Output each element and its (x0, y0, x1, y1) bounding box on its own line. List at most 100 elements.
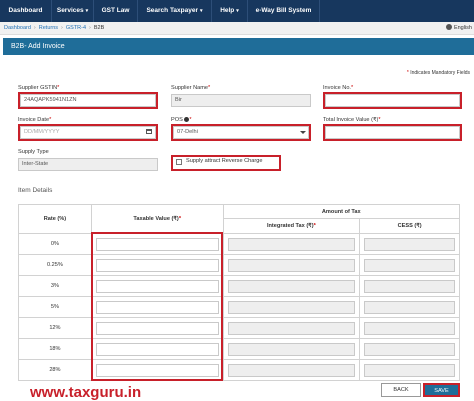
supply-type-label: Supply Type (18, 149, 49, 155)
taxable-value-cell (90, 254, 224, 276)
nav-services[interactable]: Services ▾ (52, 0, 94, 22)
table-row: 12% (18, 317, 460, 339)
highlight-box (18, 124, 158, 141)
rate-cell: 3% (18, 275, 92, 297)
cess-input (364, 279, 455, 293)
taxable-value-cell (90, 338, 224, 360)
integrated-tax-input (227, 321, 356, 335)
integrated-tax-input (227, 279, 356, 293)
nav-dashboard[interactable]: Dashboard (0, 0, 52, 22)
taxable-value-input[interactable] (95, 342, 219, 356)
taxable-value-cell (90, 359, 224, 381)
taxable-value-input[interactable] (95, 321, 219, 335)
cess-header: CESS (₹) (359, 218, 460, 234)
reverse-charge-label: Supply attract Reverse Charge (186, 158, 263, 164)
taxable-value-input[interactable] (95, 300, 219, 314)
watermark-text: www.taxguru.in (30, 384, 142, 401)
rate-cell: 18% (18, 338, 92, 360)
cess-input (364, 237, 455, 251)
supplier-name-field: Bir (171, 94, 311, 107)
taxable-value-cell (90, 233, 224, 255)
taxable-value-input[interactable] (95, 237, 219, 251)
table-row: 5% (18, 296, 460, 318)
supply-type-field: Inter-State (18, 158, 158, 171)
breadcrumb-separator: › (61, 25, 63, 31)
chevron-down-icon: ▾ (85, 8, 89, 14)
highlight-box (323, 124, 462, 141)
integrated-tax-cell (222, 275, 361, 297)
integrated-tax-input (227, 300, 356, 314)
nav-help[interactable]: Help ▾ (212, 0, 248, 22)
rate-cell: 0% (18, 233, 92, 255)
table-row: 28% (18, 359, 460, 381)
integrated-tax-cell (222, 317, 361, 339)
amount-of-tax-header: Amount of Tax (222, 204, 461, 219)
taxable-value-header: Taxable Value (₹)* (90, 204, 224, 234)
supplier-name-label: Supplier Name* (171, 85, 211, 91)
breadcrumb-returns[interactable]: Returns (39, 25, 58, 31)
integrated-tax-cell (222, 233, 361, 255)
save-button[interactable]: SAVE (423, 383, 460, 397)
supplier-gstin-label: Supplier GSTIN* (18, 85, 60, 91)
taxable-value-cell (90, 275, 224, 297)
cess-input (364, 258, 455, 272)
cess-input (364, 300, 455, 314)
top-navigation: Dashboard Services ▾ GST Law Search Taxpa… (0, 0, 474, 22)
highlight-box (171, 124, 311, 141)
back-button[interactable]: BACK (381, 383, 421, 397)
integrated-tax-input (227, 258, 356, 272)
taxable-value-input[interactable] (95, 258, 219, 272)
nav-eway-bill[interactable]: e-Way Bill System (248, 0, 320, 22)
cess-input (364, 342, 455, 356)
mandatory-note: * Indicates Mandatory Fields (406, 70, 470, 76)
highlight-box (18, 92, 158, 109)
taxable-value-cell (90, 317, 224, 339)
taxable-value-input[interactable] (95, 363, 219, 377)
reverse-charge-checkbox[interactable] (176, 159, 182, 165)
nav-gst-law[interactable]: GST Law (94, 0, 138, 22)
integrated-tax-cell (222, 296, 361, 318)
language-selector[interactable]: English (445, 22, 472, 35)
table-row: 3% (18, 275, 460, 297)
breadcrumb: Dashboard › Returns › GSTR-4 › B2B (4, 22, 104, 35)
total-invoice-value-label: Total Invoice Value (₹)* (323, 117, 381, 123)
taxable-value-input[interactable] (95, 279, 219, 293)
item-details-title: Item Details (18, 187, 53, 194)
chevron-down-icon: ▾ (200, 8, 203, 14)
integrated-tax-input (227, 342, 356, 356)
rate-header: Rate (%) (18, 204, 92, 234)
rate-cell: 5% (18, 296, 92, 318)
taxable-value-cell (90, 296, 224, 318)
cess-cell (359, 233, 460, 255)
integrated-tax-cell (222, 359, 361, 381)
cess-cell (359, 275, 460, 297)
page-title: B2B- Add Invoice (11, 43, 65, 50)
mandatory-star: * (406, 70, 409, 76)
integrated-tax-input (227, 237, 356, 251)
integrated-tax-cell (222, 254, 361, 276)
item-details-table: Rate (%) Taxable Value (₹)* Amount of Ta… (18, 204, 461, 381)
cess-input (364, 363, 455, 377)
table-row: 18% (18, 338, 460, 360)
breadcrumb-bar: Dashboard › Returns › GSTR-4 › B2B English (0, 22, 474, 35)
breadcrumb-current: B2B (93, 25, 105, 31)
globe-icon (445, 24, 452, 30)
integrated-tax-input (227, 363, 356, 377)
nav-search-taxpayer[interactable]: Search Taxpayer ▾ (138, 0, 212, 22)
highlight-box (323, 92, 462, 109)
integrated-tax-header: Integrated Tax (₹)* (222, 218, 361, 234)
rate-cell: 0.25% (18, 254, 92, 276)
breadcrumb-gstr4[interactable]: GSTR-4 (66, 25, 86, 31)
cess-input (364, 321, 455, 335)
cess-cell (359, 338, 460, 360)
chevron-down-icon: ▾ (236, 8, 239, 14)
table-row: 0.25% (18, 254, 460, 276)
breadcrumb-dashboard[interactable]: Dashboard (4, 25, 31, 31)
pos-label: POS * (171, 117, 192, 123)
breadcrumb-separator: › (89, 25, 91, 31)
cess-cell (359, 254, 460, 276)
rate-cell: 12% (18, 317, 92, 339)
table-row: 0% (18, 233, 460, 255)
panel-header: B2B- Add Invoice (3, 38, 474, 55)
breadcrumb-separator: › (33, 25, 36, 31)
